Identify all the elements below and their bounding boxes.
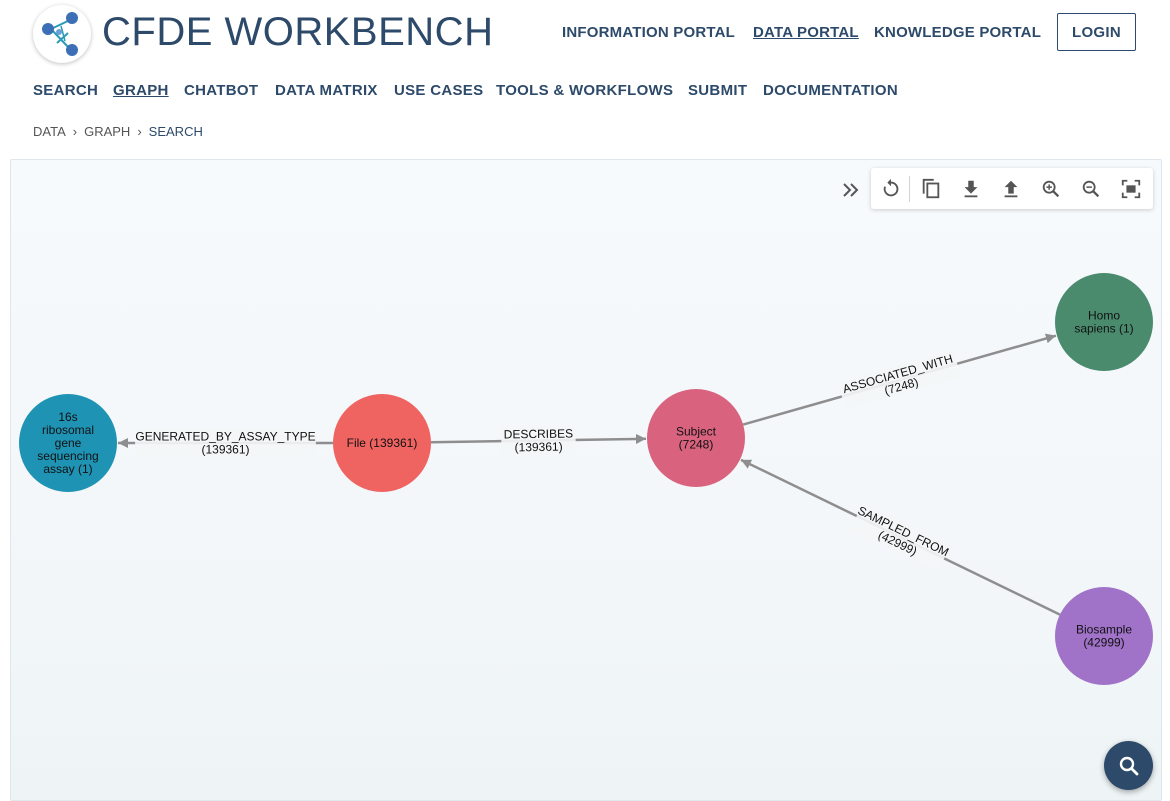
zoom-in-icon (1042, 180, 1060, 198)
nav-submit[interactable]: SUBMIT (688, 82, 747, 99)
upload-icon (1004, 180, 1018, 198)
breadcrumb-separator: › (72, 124, 78, 139)
nav-data-matrix[interactable]: DATA MATRIX (275, 82, 378, 99)
graph-node-label: sequencing (37, 449, 98, 463)
breadcrumb-separator: › (137, 124, 142, 139)
download-icon (964, 180, 978, 198)
breadcrumb: DATA › GRAPH › SEARCH (33, 124, 203, 139)
zoom-out-button[interactable] (1078, 176, 1104, 202)
graph-node-biosample[interactable]: Biosample(42999) (1055, 587, 1153, 685)
graph-edge-label: DESCRIBES(139361) (501, 425, 576, 456)
graph-canvas[interactable]: GENERATED_BY_ASSAY_TYPE (139361) DESCRIBES… (10, 159, 1162, 801)
edge-label-text: (139361) (201, 443, 249, 457)
data-portal-link[interactable]: DATA PORTAL (753, 24, 859, 41)
graph-node-homo[interactable]: Homosapiens (1) (1055, 273, 1153, 371)
molecule-logo-icon (42, 12, 78, 56)
graph-node-subject[interactable]: Subject(7248) (647, 389, 745, 487)
graph-svg[interactable]: GENERATED_BY_ASSAY_TYPE(139361)DESCRIBES… (11, 160, 1161, 800)
double-chevron-right-icon[interactable] (839, 178, 863, 202)
nav-tools-workflows[interactable]: TOOLS & WORKFLOWS (496, 82, 673, 99)
cfde-logo[interactable] (33, 5, 91, 63)
nav-use-cases[interactable]: USE CASES (394, 82, 483, 99)
download-button[interactable] (958, 176, 984, 202)
graph-node-label: sapiens (1) (1074, 322, 1133, 336)
fit-view-button[interactable] (1118, 176, 1144, 202)
graph-node-label: ribosomal (42, 423, 94, 437)
graph-node-label: gene (55, 436, 82, 450)
zoom-out-icon (1082, 180, 1100, 198)
graph-node-label: 16s (58, 410, 77, 424)
nav-graph[interactable]: GRAPH (113, 82, 169, 99)
graph-node-label: (7248) (679, 438, 714, 452)
breadcrumb-data[interactable]: DATA (33, 124, 66, 139)
search-icon (1119, 756, 1138, 775)
graph-node-label: Subject (676, 425, 717, 439)
brand-title[interactable]: CFDE WORKBENCH (102, 10, 493, 55)
breadcrumb-search: SEARCH (148, 124, 203, 139)
graph-node-label: (42999) (1083, 636, 1124, 650)
graph-node-file[interactable]: File (139361) (333, 394, 431, 492)
reset-layout-button[interactable] (878, 176, 904, 202)
copy-button[interactable] (918, 176, 944, 202)
graph-node-label: Homo (1088, 309, 1120, 323)
toolbar-divider (909, 176, 910, 202)
fit-screen-icon (1121, 179, 1141, 199)
upload-button[interactable] (998, 176, 1024, 202)
rotate-icon (883, 178, 899, 197)
copy-icon (922, 178, 940, 199)
graph-edge-label: ASSOCIATED_WITH(7248) (837, 350, 962, 411)
search-fab-button[interactable] (1104, 741, 1153, 790)
graph-toolbar (871, 168, 1153, 209)
nav-chatbot[interactable]: CHATBOT (184, 82, 258, 99)
graph-node-label: File (139361) (347, 436, 418, 450)
knowledge-portal-link[interactable]: KNOWLEDGE PORTAL (874, 24, 1041, 41)
breadcrumb-graph[interactable]: GRAPH (84, 124, 130, 139)
top-header: CFDE WORKBENCH INFORMATION PORTAL DATA P… (0, 0, 1170, 66)
graph-edge-label: SAMPLED_FROM(42999) (850, 503, 951, 572)
edge-label-text: GENERATED_BY_ASSAY_TYPE (135, 430, 315, 444)
graph-edge-label: GENERATED_BY_ASSAY_TYPE(139361) (135, 429, 316, 457)
nav-documentation[interactable]: DOCUMENTATION (763, 82, 898, 99)
graph-node-assay[interactable]: 16sribosomalgenesequencingassay (1) (19, 394, 117, 492)
login-button[interactable]: LOGIN (1057, 13, 1136, 51)
nav-search[interactable]: SEARCH (33, 82, 98, 99)
edge-label-text: (139361) (514, 440, 562, 455)
information-portal-link[interactable]: INFORMATION PORTAL (562, 24, 735, 41)
zoom-in-button[interactable] (1038, 176, 1064, 202)
graph-node-label: Biosample (1076, 623, 1132, 637)
graph-node-label: assay (1) (43, 462, 92, 476)
